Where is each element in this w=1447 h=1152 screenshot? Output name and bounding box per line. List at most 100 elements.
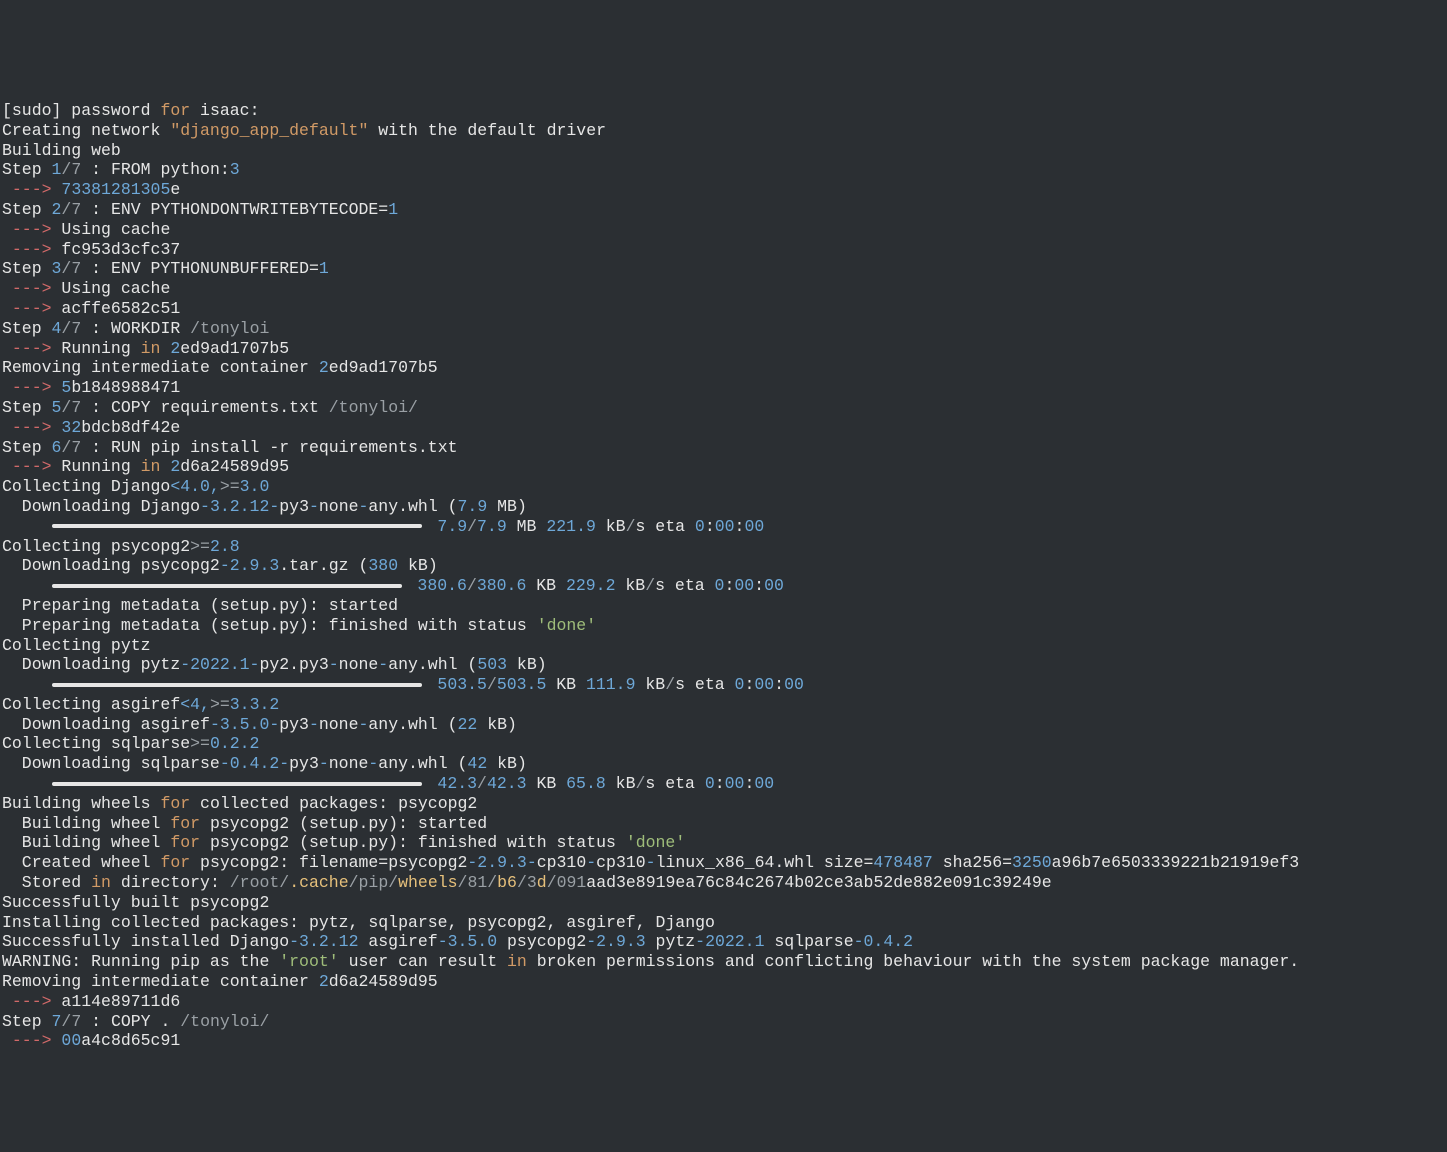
terminal-text: psycopg2: filename=psycopg2 (190, 853, 467, 872)
terminal-text: kB) (507, 655, 547, 674)
terminal-text: 00 (61, 1031, 81, 1050)
terminal-text: Downloading sqlparse-0.4.2-py3-none-any.… (2, 754, 1445, 774)
terminal-text: : WORKDIR (81, 319, 190, 338)
terminal-text: Step 3/7 : ENV PYTHONUNBUFFERED=1 (2, 259, 1445, 279)
terminal-text: 00 (764, 576, 784, 595)
terminal-text: Running (61, 457, 140, 476)
terminal-text: a96b7e6503339221b21919ef3 (1052, 853, 1300, 872)
terminal-text: 0.2.2 (210, 734, 260, 753)
terminal-text: KB (527, 774, 567, 793)
terminal-text: 0 (695, 517, 705, 536)
terminal-text: [sudo] password for isaac: (2, 101, 1445, 121)
terminal-text: Creating network "django_app_default" wi… (2, 121, 1445, 141)
terminal-text: any.whl ( (368, 497, 457, 516)
terminal-text: /7 (61, 398, 81, 417)
terminal-text: Installing collected packages: pytz, sql… (2, 913, 1445, 933)
terminal-text: ---> Running in 2ed9ad1707b5 (2, 339, 1445, 359)
terminal-text: 7.9 (477, 517, 507, 536)
terminal-text: : ENV PYTHONDONTWRITEBYTECODE= (81, 200, 388, 219)
terminal-text: /tonyloi/ (180, 1012, 269, 1031)
terminal-text (160, 339, 170, 358)
terminal-text: any.whl ( (368, 715, 457, 734)
terminal-text: 3.3.2 (230, 695, 280, 714)
terminal-text: py2.py3 (259, 655, 328, 674)
terminal-text: Removing intermediate container (2, 358, 319, 377)
terminal-text: - (309, 497, 319, 516)
terminal-text: 65.8 (566, 774, 606, 793)
terminal-text: WARNING: Running pip as the 'root' user … (2, 952, 1445, 972)
terminal-text: Building web (2, 141, 121, 160)
terminal-text: : COPY requirements.txt (81, 398, 329, 417)
terminal-text: .tar.gz ( (279, 556, 368, 575)
terminal-text: ---> (2, 220, 61, 239)
terminal-text: Downloading asgiref (2, 715, 210, 734)
terminal-text: Stored in directory: /root/.cache/pip/wh… (2, 873, 1445, 893)
progress-bar (52, 584, 402, 588)
terminal-text: 'done' (537, 616, 596, 635)
terminal-text: d (537, 873, 547, 892)
terminal-text: any.whl ( (388, 655, 477, 674)
terminal-text: none (339, 655, 379, 674)
terminal-text: 2.8 (210, 537, 240, 556)
terminal-text: ed9ad1707b5 (329, 358, 438, 377)
terminal-text: 42 (467, 754, 487, 773)
terminal-text: s eta (675, 675, 734, 694)
terminal-text: : (735, 517, 745, 536)
terminal-text: asgiref (358, 932, 437, 951)
terminal-text: ---> (2, 279, 61, 298)
terminal-text: 7.9/7.9 MB 221.9 kB/s eta 0:00:00 (2, 517, 1445, 537)
terminal-text: ---> Using cache (2, 220, 1445, 240)
terminal-text: Removing intermediate container (2, 972, 319, 991)
terminal-text: : (715, 774, 725, 793)
terminal-text: cp310 (596, 853, 646, 872)
terminal-text: 478487 (873, 853, 932, 872)
terminal-text: - (378, 655, 388, 674)
terminal-text (2, 774, 52, 793)
terminal-text: a114e89711d6 (61, 992, 180, 1011)
terminal-text: Step 4/7 : WORKDIR /tonyloi (2, 319, 1445, 339)
terminal-text: Step 6/7 : RUN pip install -r requiremen… (2, 438, 1445, 458)
terminal-text: Step (2, 398, 52, 417)
terminal-text: any.whl ( (378, 754, 467, 773)
terminal-text: for (160, 853, 190, 872)
terminal-output[interactable]: [sudo] password for isaac:Creating netwo… (0, 99, 1447, 1053)
terminal-text: 503.5 (428, 675, 487, 694)
terminal-text: -3.2.12- (200, 497, 279, 516)
terminal-text: 380.6 (408, 576, 467, 595)
terminal-text: Successfully installed Django (2, 932, 289, 951)
terminal-text: kB) (477, 715, 517, 734)
terminal-text: Collecting sqlparse (2, 734, 190, 753)
terminal-text: / (635, 774, 645, 793)
terminal-text: directory: (111, 873, 230, 892)
terminal-text: 00 (784, 675, 804, 694)
terminal-text: <4.0, (170, 477, 220, 496)
terminal-text: s eta (645, 774, 704, 793)
terminal-text: 2 (170, 457, 180, 476)
terminal-text: >= (190, 537, 210, 556)
terminal-text: 2 (170, 339, 180, 358)
terminal-text: Downloading Django-3.2.12-py3-none-any.w… (2, 497, 1445, 517)
terminal-text: 7 (52, 1012, 62, 1031)
terminal-text: isaac: (190, 101, 259, 120)
terminal-text: / (477, 774, 487, 793)
terminal-text: acffe6582c51 (61, 299, 180, 318)
terminal-text: Downloading asgiref-3.5.0-py3-none-any.w… (2, 715, 1445, 735)
terminal-text: Step (2, 160, 52, 179)
terminal-text: in (141, 339, 161, 358)
terminal-text: /7 (61, 319, 81, 338)
terminal-text: 0 (735, 675, 745, 694)
terminal-text: <4, (180, 695, 210, 714)
terminal-text: /root/ (230, 873, 289, 892)
terminal-text: ---> Running in 2d6a24589d95 (2, 457, 1445, 477)
terminal-text: Step (2, 1012, 52, 1031)
terminal-text: Downloading psycopg2 (2, 556, 220, 575)
terminal-text: none (319, 497, 359, 516)
terminal-text: Collecting psycopg2>=2.8 (2, 537, 1445, 557)
terminal-text: Building web (2, 141, 1445, 161)
terminal-text: ---> 00a4c8d65c91 (2, 1031, 1445, 1051)
terminal-text: bdcb8df42e (81, 418, 180, 437)
terminal-text (2, 576, 52, 595)
terminal-text: /3 (517, 873, 537, 892)
terminal-text: sha256= (933, 853, 1012, 872)
terminal-text: - (359, 497, 369, 516)
